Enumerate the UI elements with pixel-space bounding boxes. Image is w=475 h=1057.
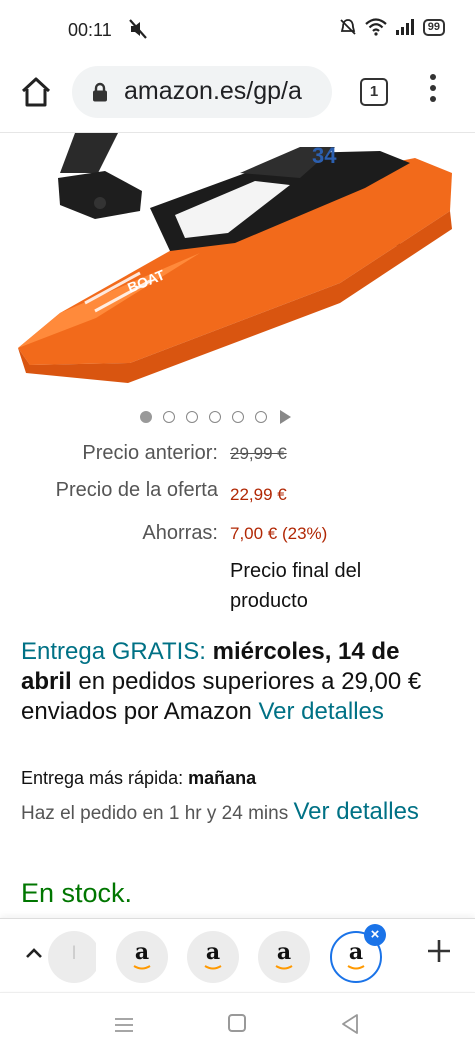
delivery-details-link[interactable]: Ver detalles	[258, 698, 383, 725]
image-carousel-dots[interactable]	[140, 410, 291, 424]
carousel-dot[interactable]	[232, 411, 244, 423]
previous-price-value: 29,99 €	[230, 444, 287, 463]
savings-value: 7,00 € (23%)	[230, 524, 328, 543]
home-icon[interactable]	[18, 74, 54, 110]
fast-delivery-day: mañana	[188, 768, 257, 788]
tab-thumbnail[interactable]: a	[187, 931, 239, 983]
close-tab-icon[interactable]: ×	[364, 924, 386, 946]
deal-price-label: Precio de la oferta	[55, 479, 218, 501]
order-countdown: Haz el pedido en 1 hr y 24 mins Ver deta…	[21, 797, 451, 829]
carousel-dot[interactable]	[186, 411, 198, 423]
recent-apps-icon[interactable]	[114, 1017, 134, 1033]
boat-number-text: 34	[312, 143, 337, 168]
product-image[interactable]: 34 BOAT	[0, 133, 475, 395]
free-delivery-label: Entrega GRATIS:	[21, 638, 206, 665]
tab-strip: l a a a a	[0, 918, 475, 991]
tab-switcher-button[interactable]: 1	[360, 78, 388, 106]
more-menu-icon[interactable]	[428, 74, 438, 110]
savings-label: Ahorras:	[142, 522, 218, 544]
lock-icon	[93, 82, 107, 102]
carousel-next-icon[interactable]	[280, 410, 291, 424]
system-nav-bar	[0, 992, 475, 1057]
status-icons: 99	[339, 18, 445, 36]
signal-icon	[395, 19, 414, 35]
mute-icon	[129, 19, 147, 39]
carousel-dot[interactable]	[255, 411, 267, 423]
order-countdown-text: Haz el pedido en 1 hr y 24 mins	[21, 803, 294, 824]
fast-delivery-label: Entrega más rápida:	[21, 768, 189, 788]
status-time: 00:11	[68, 20, 112, 40]
amazon-logo-icon: a	[276, 939, 292, 965]
alarm-off-icon	[340, 19, 356, 35]
carousel-dot[interactable]	[209, 411, 221, 423]
browser-toolbar: amazon.es/gp/a 1	[0, 60, 475, 133]
wifi-icon	[365, 18, 387, 36]
fast-delivery-info: Entrega más rápida: mañana	[21, 768, 451, 789]
back-icon[interactable]	[340, 1013, 360, 1035]
tab-thumbnail[interactable]: a	[116, 931, 168, 983]
fast-delivery-details-link[interactable]: Ver detalles	[294, 798, 419, 825]
final-price-note: Precio final del producto	[230, 560, 362, 612]
delivery-info: Entrega GRATIS: miércoles, 14 de abril e…	[21, 637, 451, 727]
new-tab-icon[interactable]	[426, 938, 452, 964]
deal-price-value: 22,99 €	[230, 485, 287, 504]
tab-thumbnail[interactable]: a	[258, 931, 310, 983]
previous-price-label: Precio anterior:	[82, 442, 218, 464]
carousel-dot[interactable]	[163, 411, 175, 423]
amazon-logo-icon: a	[205, 939, 221, 965]
url-text: amazon.es/gp/a	[124, 77, 302, 105]
battery-indicator: 99	[422, 18, 445, 36]
tab-thumbnail-partial[interactable]: l	[48, 931, 96, 983]
amazon-logo-icon: a	[134, 939, 150, 965]
carousel-dot[interactable]	[140, 411, 152, 423]
stock-status: En stock.	[21, 878, 133, 908]
home-nav-icon[interactable]	[228, 1014, 246, 1032]
chevron-up-icon[interactable]	[24, 943, 44, 963]
status-bar: 00:11 99	[0, 0, 475, 60]
address-bar[interactable]: amazon.es/gp/a	[72, 66, 332, 118]
